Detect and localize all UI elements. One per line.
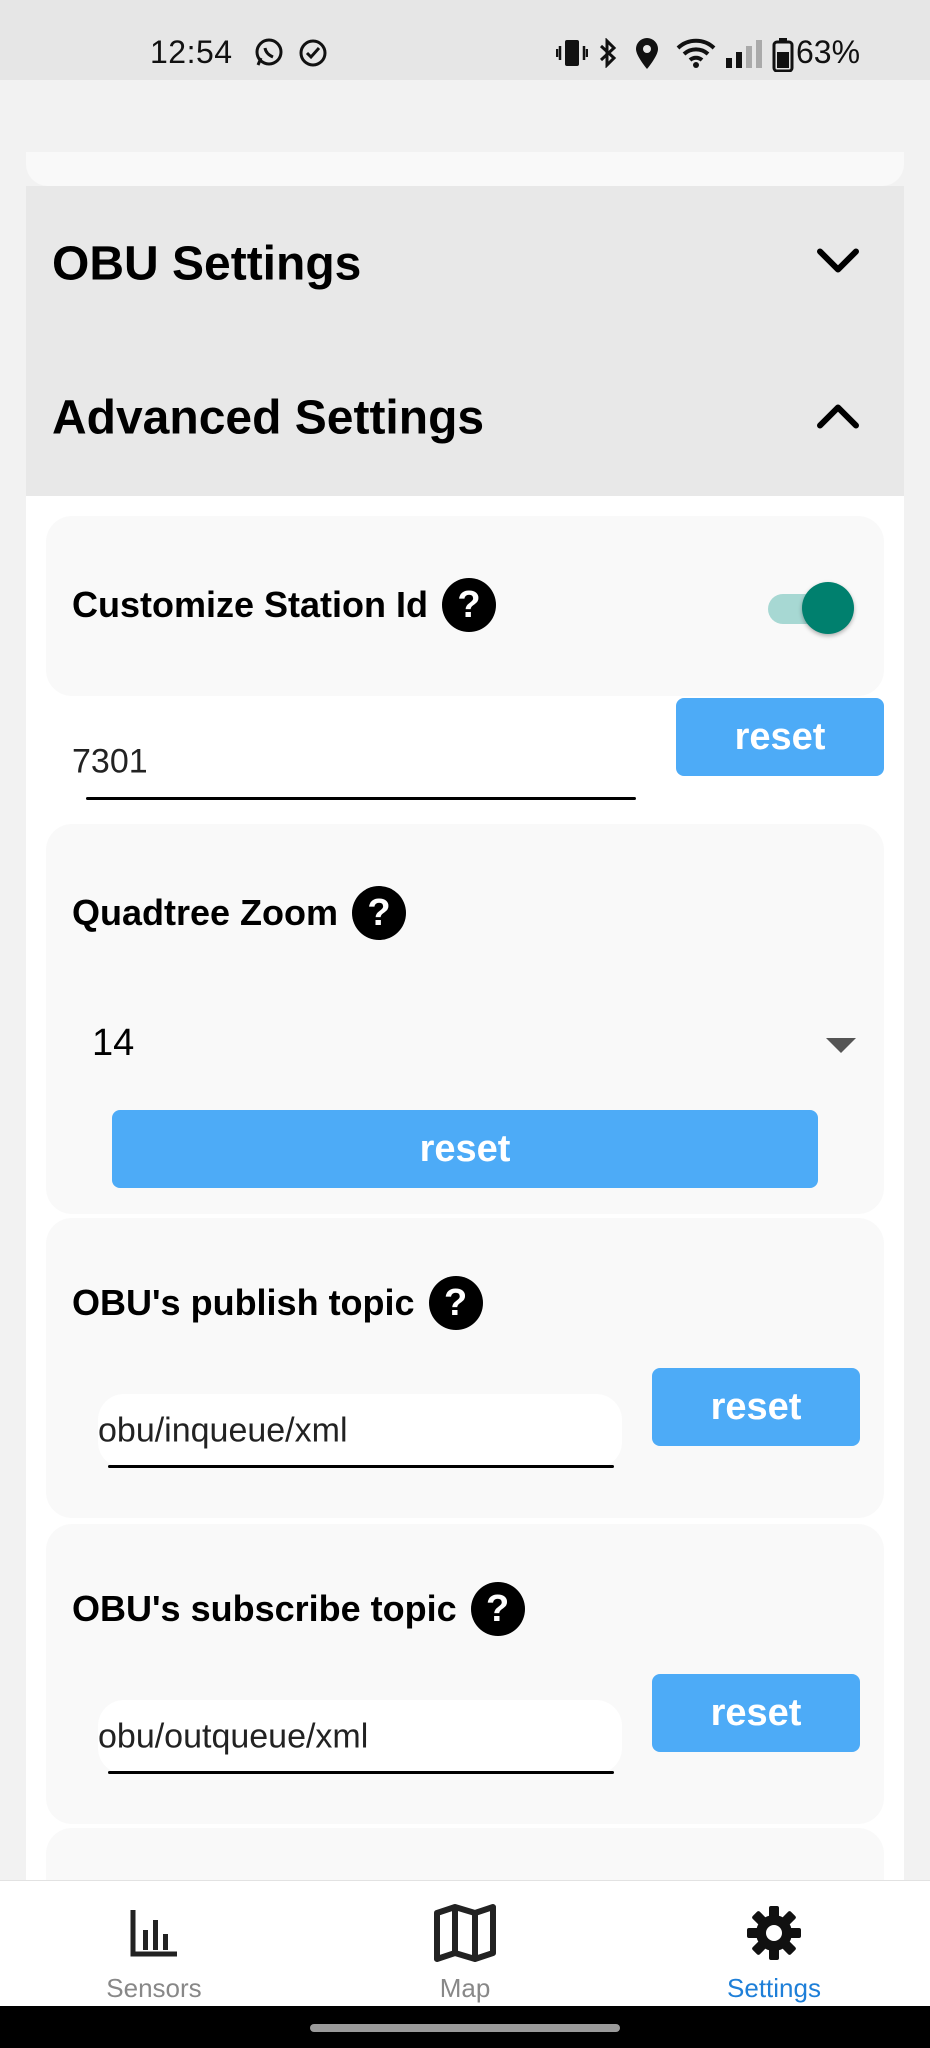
location-icon bbox=[634, 38, 660, 78]
whatsapp-icon bbox=[254, 38, 284, 76]
map-icon bbox=[433, 1903, 497, 1963]
nav-item-sensors[interactable]: Sensors bbox=[34, 1881, 274, 2007]
help-icon[interactable]: ? bbox=[442, 578, 497, 632]
customize-station-id-card: Customize Station Id ? bbox=[46, 516, 884, 696]
station-id-toggle[interactable] bbox=[764, 582, 854, 634]
home-indicator[interactable] bbox=[310, 2024, 620, 2032]
advanced-settings-header[interactable]: Advanced Settings bbox=[26, 340, 904, 496]
nav-item-map[interactable]: Map bbox=[345, 1881, 585, 2007]
vibrate-icon bbox=[555, 38, 589, 76]
dropdown-arrow-icon[interactable] bbox=[826, 1038, 856, 1059]
input-underline bbox=[108, 1465, 614, 1468]
dropdown-value: 14 bbox=[92, 1022, 135, 1064]
publish-topic-reset-button[interactable]: reset bbox=[652, 1368, 860, 1446]
publish-topic-input[interactable]: obu/inqueue/xml bbox=[98, 1394, 622, 1468]
quadtree-zoom-reset-button[interactable]: reset bbox=[112, 1110, 818, 1188]
subscribe-topic-label: OBU's subscribe topic ? bbox=[72, 1582, 525, 1636]
previous-card-edge bbox=[26, 152, 904, 186]
quadtree-zoom-label: Quadtree Zoom ? bbox=[72, 886, 407, 940]
toggle-knob bbox=[802, 582, 854, 634]
nav-item-settings[interactable]: Settings bbox=[654, 1881, 894, 2007]
gear-icon bbox=[746, 1903, 802, 1963]
station-id-reset-button[interactable]: reset bbox=[676, 698, 884, 776]
bottom-nav: Sensors Map Settings bbox=[0, 1880, 930, 2006]
nav-label: Settings bbox=[727, 1973, 821, 2003]
bluetooth-icon bbox=[596, 37, 620, 76]
bar-chart-icon bbox=[129, 1903, 179, 1963]
status-bar: 12:54 63% bbox=[0, 0, 930, 80]
input-underline bbox=[108, 1771, 614, 1774]
battery-icon bbox=[772, 38, 794, 80]
wifi-icon bbox=[676, 38, 716, 76]
quadtree-zoom-card: Quadtree Zoom ? 14 reset bbox=[46, 824, 884, 1214]
help-icon[interactable]: ? bbox=[470, 1582, 525, 1636]
section-title: Advanced Settings bbox=[52, 391, 485, 445]
quadtree-zoom-dropdown[interactable]: 14 bbox=[92, 1020, 862, 1076]
battery-percent: 63% bbox=[796, 34, 861, 70]
publish-topic-card: OBU's publish topic ? obu/inqueue/xml re… bbox=[46, 1218, 884, 1518]
section-title: OBU Settings bbox=[52, 237, 362, 291]
check-circle-icon bbox=[298, 38, 328, 76]
next-card-edge bbox=[46, 1828, 884, 1880]
subscribe-topic-input[interactable]: obu/outqueue/xml bbox=[98, 1700, 622, 1774]
chevron-down-icon[interactable] bbox=[816, 248, 860, 281]
chevron-up-icon[interactable] bbox=[816, 402, 860, 435]
obu-settings-header[interactable]: OBU Settings bbox=[26, 186, 904, 342]
subscribe-topic-reset-button[interactable]: reset bbox=[652, 1674, 860, 1752]
input-underline bbox=[86, 797, 636, 800]
gesture-bar bbox=[0, 2006, 930, 2048]
nav-label: Sensors bbox=[106, 1973, 202, 2003]
status-time: 12:54 bbox=[150, 34, 233, 70]
publish-topic-label: OBU's publish topic ? bbox=[72, 1276, 483, 1330]
help-icon[interactable]: ? bbox=[352, 886, 407, 940]
signal-icon bbox=[724, 38, 764, 76]
subscribe-topic-card: OBU's subscribe topic ? obu/outqueue/xml… bbox=[46, 1524, 884, 1824]
station-id-input[interactable]: 7301 bbox=[72, 724, 642, 800]
help-icon[interactable]: ? bbox=[428, 1276, 483, 1330]
nav-label: Map bbox=[439, 1973, 491, 2003]
customize-station-id-label: Customize Station Id ? bbox=[72, 578, 497, 632]
